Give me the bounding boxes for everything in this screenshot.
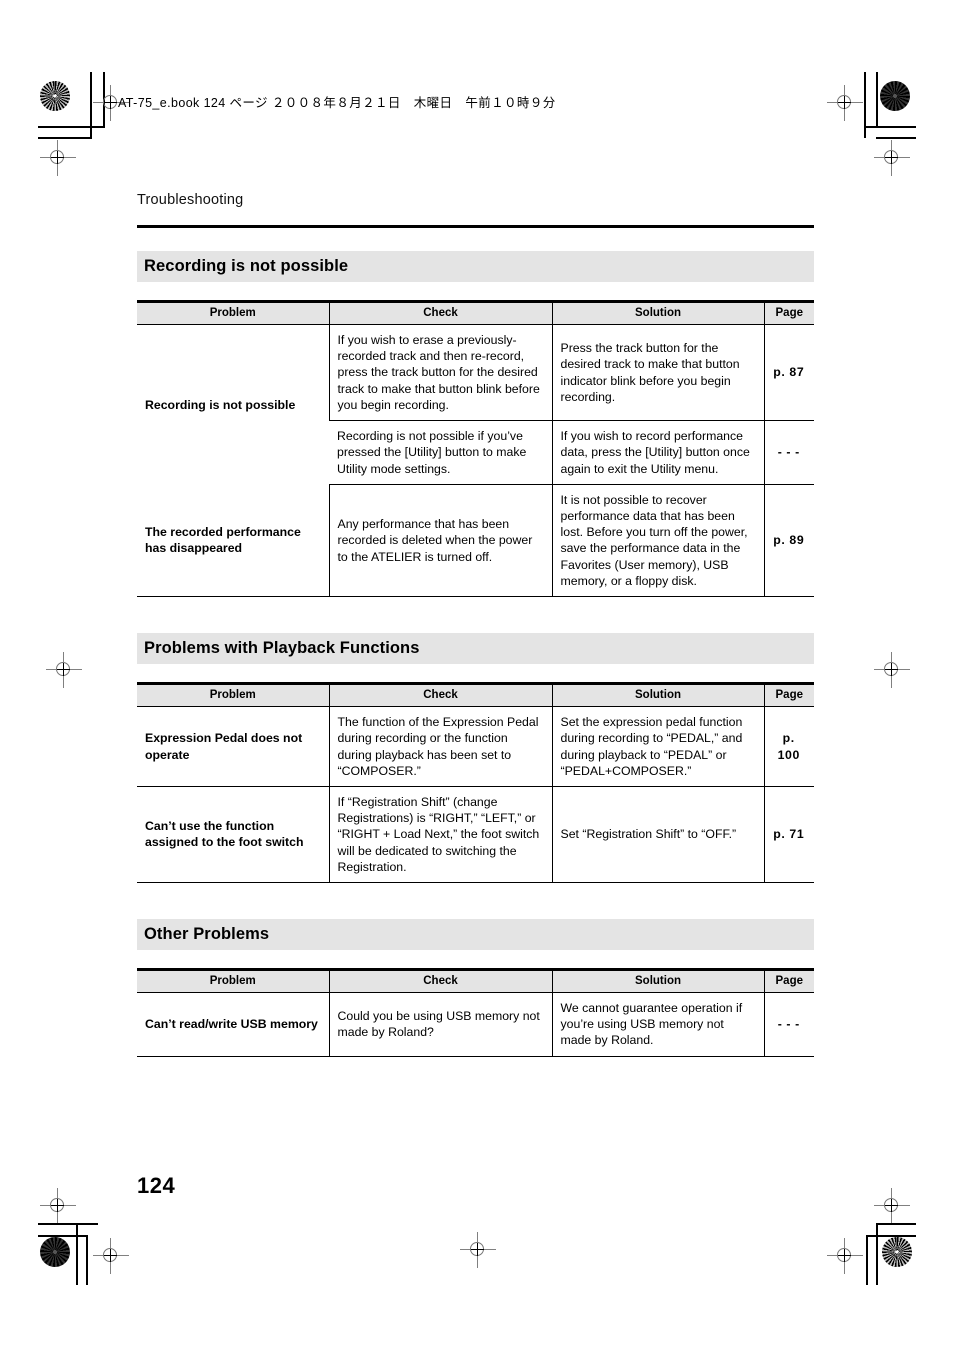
cell-problem: The recorded performance has disappeared <box>137 484 329 598</box>
page-canvas: AT-75_e.book 124 ページ ２００８年８月２１日 木曜日 午前１０… <box>0 0 954 1351</box>
cell-check: Could you be using USB memory not made b… <box>328 992 552 1057</box>
crop-mark-bottom-right-h <box>876 1223 916 1225</box>
section-title: Recording is not possible <box>144 257 349 275</box>
cell-problem: Can’t use the function assigned to the f… <box>137 786 329 884</box>
column-header-check: Check <box>328 968 552 994</box>
cell-solution: If you wish to record performance data, … <box>551 420 764 485</box>
crop-mark-bottom-left-h2 <box>38 1235 86 1237</box>
cell-page: p. 87 <box>763 324 814 422</box>
registration-target-top-right <box>880 81 910 111</box>
crop-mark-top-right-v2 <box>876 72 878 127</box>
cell-page: - - - <box>763 420 814 485</box>
section-title: Problems with Playback Functions <box>144 639 420 658</box>
cell-solution: Set “Registration Shift” to “OFF.” <box>551 786 764 884</box>
column-header-check: Check <box>328 300 552 325</box>
registration-mark-bottom-right-inner <box>827 1238 863 1274</box>
table-row: Expression Pedal does not operate The fu… <box>137 706 814 787</box>
section-header-recording: Recording is not possible <box>137 251 814 282</box>
section-title: Other Problems <box>144 925 270 944</box>
cell-check: Recording is not possible if you’ve pres… <box>329 420 552 485</box>
registration-target-top-left <box>40 81 70 111</box>
troubleshooting-table-other: Problem Check Solution Page Can’t read/w… <box>137 968 814 1057</box>
crop-mark-top-left-h <box>38 126 105 128</box>
registration-mark-bottom-left-inner <box>93 1238 129 1274</box>
registration-mark-top-right-inner <box>827 85 863 121</box>
registration-mark-left-middle <box>46 652 82 688</box>
registration-mark-top-left-lower <box>40 140 76 176</box>
table-row: The recorded performance has disappeared… <box>137 484 814 598</box>
column-header-problem: Problem <box>137 300 329 325</box>
registration-mark-bottom-center <box>460 1232 496 1268</box>
cell-check: Any performance that has been recorded i… <box>328 484 552 598</box>
cell-check: If “Registration Shift” (change Registra… <box>328 786 552 884</box>
crop-mark-bottom-right-v <box>876 1223 878 1285</box>
table-header-row: Problem Check Solution Page <box>137 682 814 708</box>
page-number: 124 <box>137 1173 176 1198</box>
header-rule <box>137 225 814 228</box>
crop-mark-top-left-h2 <box>38 137 92 139</box>
table-header-row: Problem Check Solution Page <box>137 300 814 325</box>
registration-target-bottom-right <box>882 1237 912 1267</box>
book-info-line: AT-75_e.book 124 ページ ２００８年８月２１日 木曜日 午前１０… <box>118 96 556 110</box>
crop-mark-bottom-right-v2 <box>866 1235 868 1285</box>
section-header-playback: Problems with Playback Functions <box>137 633 814 665</box>
cell-problem: Recording is not possible <box>145 397 296 412</box>
table-row: Can’t use the function assigned to the f… <box>137 786 814 884</box>
cell-page: p. 89 <box>763 484 814 598</box>
crop-mark-bottom-left-v2 <box>86 1235 88 1285</box>
crop-mark-top-right-h2 <box>876 137 916 139</box>
column-header-solution: Solution <box>551 300 764 325</box>
registration-mark-bottom-left-upper <box>40 1188 76 1224</box>
column-header-page: Page <box>763 300 814 325</box>
crop-mark-bottom-right-h2 <box>866 1235 916 1237</box>
cell-page: p. 71 <box>763 786 814 884</box>
column-header-problem: Problem <box>137 968 329 994</box>
crop-mark-top-right-h <box>864 126 916 128</box>
registration-mark-right-middle <box>874 652 910 688</box>
cell-problem: Expression Pedal does not operate <box>137 706 329 787</box>
section-header-other: Other Problems <box>137 919 814 951</box>
cell-problem: Can’t read/write USB memory <box>137 992 329 1057</box>
table-row: Recording is not possible If you wish to… <box>137 324 814 422</box>
registration-mark-bottom-right-upper <box>874 1188 910 1224</box>
column-header-problem: Problem <box>137 682 329 708</box>
registration-mark-top-right-lower <box>874 140 910 176</box>
cell-check: If you wish to erase a previously-record… <box>328 324 552 422</box>
column-header-page: Page <box>763 968 814 994</box>
column-header-solution: Solution <box>551 968 764 994</box>
cell-solution: It is not possible to recover performanc… <box>551 484 764 598</box>
cell-solution: We cannot guarantee operation if you’re … <box>551 992 764 1057</box>
cell-check: The function of the Expression Pedal dur… <box>328 706 552 787</box>
troubleshooting-table-recording: Problem Check Solution Page Recording is… <box>137 300 814 598</box>
troubleshooting-table-playback: Problem Check Solution Page Expression P… <box>137 682 814 884</box>
crop-mark-top-right-v <box>864 72 866 138</box>
cell-solution: Set the expression pedal function during… <box>551 706 764 787</box>
table-row: Can’t read/write USB memory Could you be… <box>137 992 814 1057</box>
column-header-page: Page <box>763 682 814 708</box>
table-header-row: Problem Check Solution Page <box>137 968 814 994</box>
registration-target-bottom-left <box>40 1237 70 1267</box>
cell-solution: Press the track button for the desired t… <box>551 324 764 422</box>
cell-page: - - - <box>763 992 814 1057</box>
page-content: Troubleshooting Recording is not possibl… <box>137 192 814 1093</box>
crop-mark-top-left-v <box>90 72 92 138</box>
crop-mark-bottom-left-h <box>38 1223 98 1225</box>
column-header-check: Check <box>328 682 552 708</box>
column-header-solution: Solution <box>551 682 764 708</box>
running-head: Troubleshooting <box>137 192 244 208</box>
cell-page: p. 100 <box>763 706 814 787</box>
crop-mark-bottom-left-v <box>76 1223 78 1285</box>
